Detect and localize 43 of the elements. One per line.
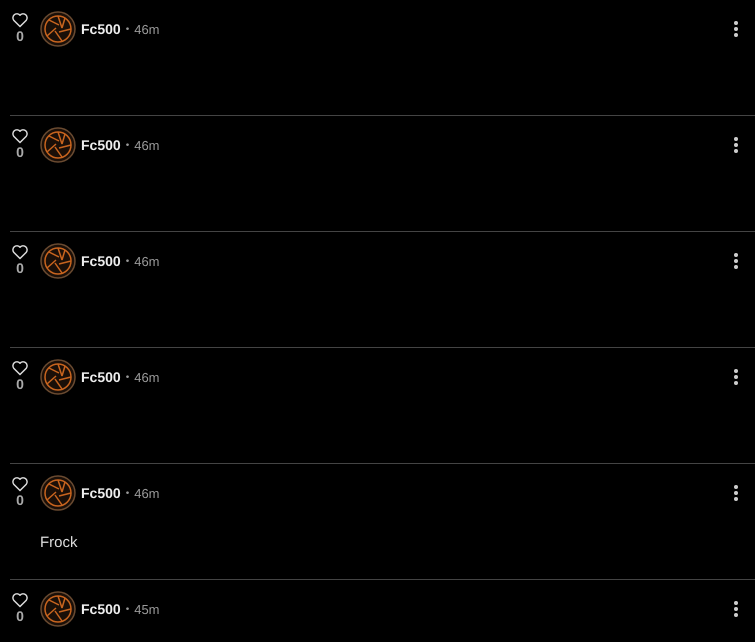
post-time: 46m bbox=[134, 138, 160, 152]
avatar-icon[interactable] bbox=[40, 591, 76, 627]
more-options-icon[interactable] bbox=[733, 600, 739, 618]
heart-icon[interactable] bbox=[11, 244, 29, 260]
like-count: 0 bbox=[16, 376, 24, 392]
author-name[interactable]: Fc500 bbox=[81, 601, 121, 617]
author-name[interactable]: Fc500 bbox=[81, 485, 121, 501]
more-options-icon[interactable] bbox=[733, 252, 739, 270]
post-time: 46m bbox=[134, 486, 160, 500]
post-time: 46m bbox=[134, 254, 160, 268]
avatar-icon[interactable] bbox=[40, 243, 76, 279]
like-count: 0 bbox=[16, 144, 24, 160]
more-options-icon[interactable] bbox=[733, 136, 739, 154]
separator-dot: • bbox=[126, 140, 130, 150]
avatar-icon[interactable] bbox=[40, 11, 76, 47]
author-name[interactable]: Fc500 bbox=[81, 21, 121, 37]
heart-icon[interactable] bbox=[11, 476, 29, 492]
more-options-icon[interactable] bbox=[733, 20, 739, 38]
like-count: 0 bbox=[16, 492, 24, 508]
separator-dot: • bbox=[126, 372, 130, 382]
post-time: 46m bbox=[134, 370, 160, 384]
author-name[interactable]: Fc500 bbox=[81, 253, 121, 269]
like-count: 0 bbox=[16, 608, 24, 624]
author-name[interactable]: Fc500 bbox=[81, 369, 121, 385]
avatar-icon[interactable] bbox=[40, 127, 76, 163]
like-count: 0 bbox=[16, 28, 24, 44]
post-time: 46m bbox=[134, 22, 160, 36]
separator-dot: • bbox=[126, 488, 130, 498]
heart-icon[interactable] bbox=[11, 592, 29, 608]
avatar-icon[interactable] bbox=[40, 359, 76, 395]
author-name[interactable]: Fc500 bbox=[81, 137, 121, 153]
post-time: 45m bbox=[134, 602, 160, 616]
more-options-icon[interactable] bbox=[733, 484, 739, 502]
more-options-icon[interactable] bbox=[733, 368, 739, 386]
heart-icon[interactable] bbox=[11, 360, 29, 376]
heart-icon[interactable] bbox=[11, 128, 29, 144]
post-text: Frock bbox=[40, 534, 78, 551]
heart-icon[interactable] bbox=[11, 12, 29, 28]
separator-dot: • bbox=[126, 24, 130, 34]
like-count: 0 bbox=[16, 260, 24, 276]
avatar-icon[interactable] bbox=[40, 475, 76, 511]
separator-dot: • bbox=[126, 256, 130, 266]
separator-dot: • bbox=[126, 604, 130, 614]
